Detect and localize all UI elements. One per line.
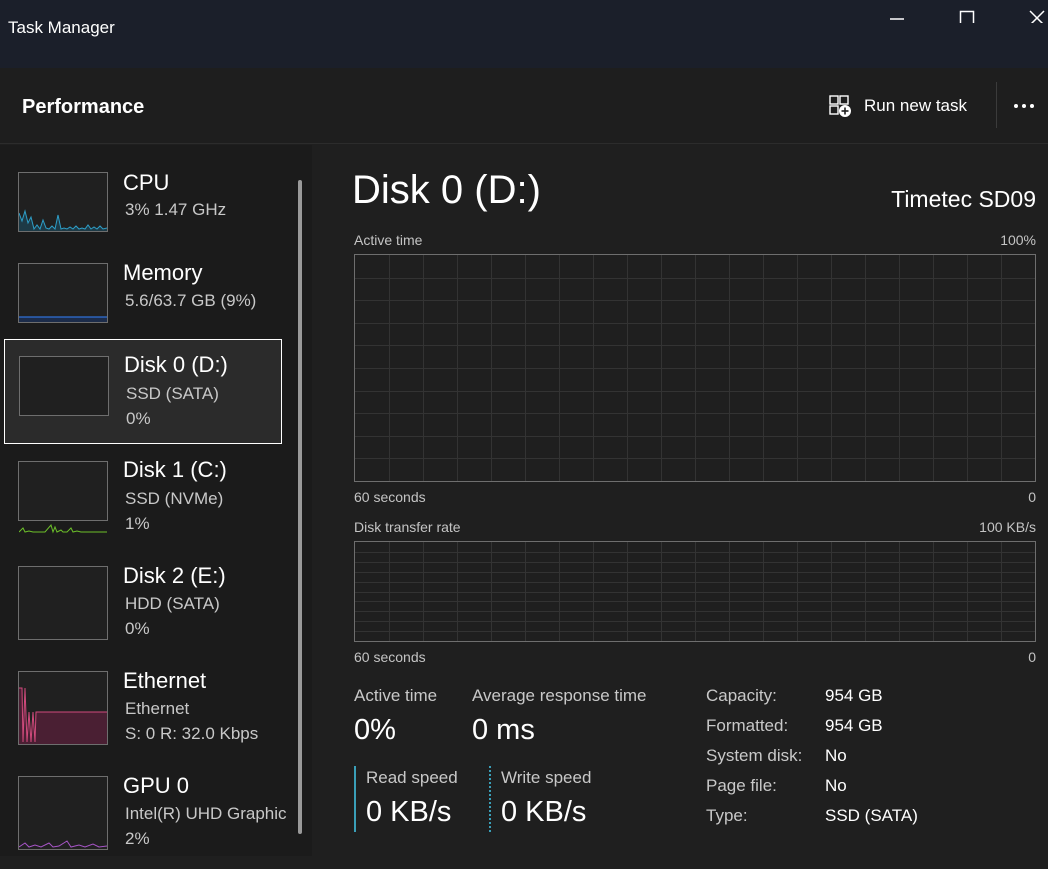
maximize-icon	[959, 10, 975, 23]
disk-2-thumbnail-graph	[18, 566, 108, 640]
sidebar-item-cpu[interactable]: CPU 3% 1.47 GHz	[4, 160, 282, 265]
device-name: Disk 2 (E:)	[123, 563, 226, 588]
sidebar-item-disk-2[interactable]: Disk 2 (E:) HDD (SATA) 0%	[4, 554, 282, 659]
run-task-icon	[829, 95, 851, 117]
system-disk-label: System disk:	[706, 746, 803, 765]
minimize-button[interactable]	[874, 0, 920, 30]
app-title: Task Manager	[8, 18, 115, 37]
ethernet-thumbnail-graph	[18, 671, 108, 745]
title-bar: Task Manager	[0, 0, 1048, 68]
device-usage: 1%	[125, 514, 150, 533]
page-file-label: Page file:	[706, 776, 777, 795]
more-options-button[interactable]	[1014, 94, 1048, 118]
transfer-graph-max: 100 KB/s	[979, 519, 1036, 535]
disk-model: Timetec SD09	[891, 186, 1036, 212]
device-detail: Ethernet	[125, 699, 190, 718]
transfer-rate-grid	[355, 542, 1035, 641]
more-options-icon	[1014, 104, 1018, 108]
disk-0-thumbnail-graph	[19, 356, 109, 416]
active-time-graph-label: Active time	[354, 232, 423, 248]
capacity-value: 954 GB	[825, 686, 883, 705]
device-usage: S: 0 R: 32.0 Kbps	[125, 724, 259, 743]
read-speed-label: Read speed	[366, 768, 458, 787]
active-time-graph	[354, 254, 1036, 482]
write-speed-label: Write speed	[501, 768, 592, 787]
write-speed-value: 0 KB/s	[501, 796, 587, 828]
read-speed-indicator	[354, 766, 356, 832]
device-detail: SSD (NVMe)	[125, 489, 224, 508]
device-name: CPU	[123, 170, 170, 195]
device-name: Disk 1 (C:)	[123, 457, 227, 482]
active-time-graph-min: 0	[1028, 489, 1036, 505]
header-divider	[996, 82, 997, 128]
formatted-value: 954 GB	[825, 716, 883, 735]
page-title: Performance	[22, 96, 145, 118]
device-usage: 0%	[125, 619, 150, 638]
transfer-graph-span: 60 seconds	[354, 649, 426, 665]
maximize-button[interactable]	[944, 0, 990, 30]
write-speed-indicator	[489, 766, 491, 832]
active-time-graph-max: 100%	[1000, 232, 1036, 248]
device-detail: Intel(R) UHD Graphic	[125, 804, 287, 823]
sidebar-item-ethernet[interactable]: Ethernet Ethernet S: 0 R: 32.0 Kbps	[4, 659, 282, 764]
run-new-task-button[interactable]: Run new task	[828, 90, 967, 122]
transfer-rate-graph	[354, 541, 1036, 642]
device-name: Memory	[123, 260, 203, 285]
device-name: GPU 0	[123, 773, 190, 798]
type-label: Type:	[706, 806, 748, 825]
active-time-grid	[355, 255, 1035, 481]
device-name: Ethernet	[123, 668, 207, 693]
memory-thumbnail-graph	[18, 263, 108, 323]
active-time-label: Active time	[354, 686, 438, 705]
device-usage: 0%	[126, 409, 151, 428]
device-detail: 5.6/63.7 GB (9%)	[125, 291, 257, 310]
sidebar-item-disk-0[interactable]: Disk 0 (D:) SSD (SATA) 0%	[4, 339, 282, 444]
transfer-graph-min: 0	[1028, 649, 1036, 665]
device-usage: 2%	[125, 829, 150, 848]
sidebar-item-disk-1[interactable]: Disk 1 (C:) SSD (NVMe) 1%	[4, 449, 282, 554]
device-name: Disk 0 (D:)	[124, 352, 228, 377]
disk-1-thumbnail-graph	[18, 461, 108, 534]
sidebar-item-gpu-0[interactable]: GPU 0 Intel(R) UHD Graphic 2%	[4, 764, 287, 869]
close-icon	[1029, 10, 1045, 23]
device-detail: HDD (SATA)	[125, 594, 220, 613]
close-button[interactable]	[1014, 0, 1048, 30]
capacity-label: Capacity:	[706, 686, 777, 705]
minimize-icon	[890, 18, 904, 20]
active-time-value: 0%	[354, 714, 396, 746]
device-detail: 3% 1.47 GHz	[125, 200, 227, 219]
gpu-thumbnail-graph	[18, 776, 108, 850]
run-new-task-label: Run new task	[864, 96, 967, 115]
avg-response-label: Average response time	[472, 686, 647, 705]
sidebar-scrollbar[interactable]	[298, 180, 302, 834]
avg-response-value: 0 ms	[472, 714, 535, 746]
cpu-thumbnail-graph	[18, 172, 108, 232]
type-value: SSD (SATA)	[825, 806, 918, 825]
transfer-graph-label: Disk transfer rate	[354, 519, 461, 535]
page-header: Performance Run new task	[0, 68, 1048, 144]
system-disk-value: No	[825, 746, 847, 765]
formatted-label: Formatted:	[706, 716, 789, 735]
read-speed-value: 0 KB/s	[366, 796, 452, 828]
active-time-graph-span: 60 seconds	[354, 489, 426, 505]
page-file-value: No	[825, 776, 847, 795]
disk-title: Disk 0 (D:)	[352, 168, 541, 212]
device-detail: SSD (SATA)	[126, 384, 219, 403]
